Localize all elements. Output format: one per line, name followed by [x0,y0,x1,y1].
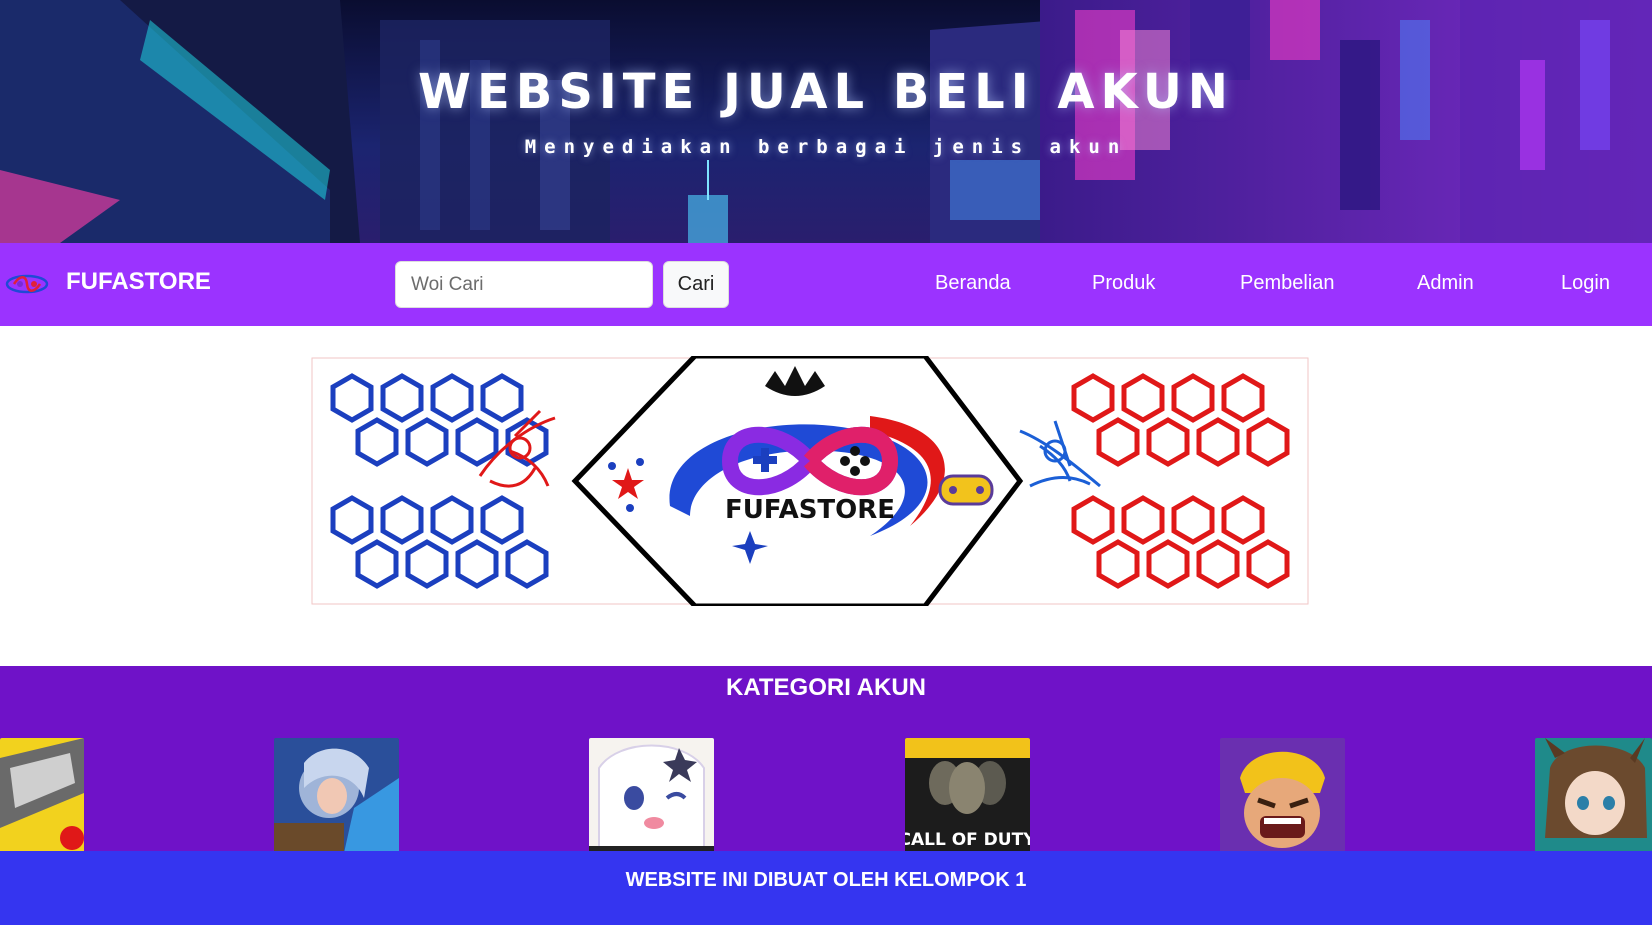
call-of-duty-logo-text: CALL OF DUTY [905,830,1030,850]
hero-banner: WEBSITE JUAL BELI AKUN Menyediakan berba… [0,0,1652,243]
mobile-legends-icon [274,738,399,853]
arknights-icon [1535,738,1652,853]
brand-name[interactable]: FUFASTORE [66,268,211,296]
free-fire-icon [0,738,84,853]
genshin-impact-icon [589,738,714,853]
navbar [0,243,1652,326]
footer-text: WEBSITE INI DIBUAT OLEH KELOMPOK 1 [625,869,1027,891]
brand-logo-icon[interactable] [4,272,50,296]
search-button[interactable]: Cari [663,261,729,308]
fufastore-banner-image: FUFASTORE [311,356,1309,606]
city-background-image [0,0,1652,243]
nav-link-login[interactable]: Login [1561,272,1610,295]
category-card-call-of-duty[interactable]: CALL OF DUTY [905,738,1030,853]
category-card-clash-of-clans[interactable] [1220,738,1345,853]
nav-link-pembelian[interactable]: Pembelian [1240,272,1335,295]
hero-subtitle: Menyediakan berbagai jenis akun [524,136,1128,158]
page: WEBSITE JUAL BELI AKUN Menyediakan berba… [0,0,1652,930]
nav-link-beranda[interactable]: Beranda [935,272,1011,295]
category-card-arknights[interactable] [1535,738,1652,853]
page-bottom-edge [0,925,1652,930]
nav-link-produk[interactable]: Produk [1092,272,1155,295]
nav-link-admin[interactable]: Admin [1417,272,1474,295]
clash-of-clans-icon [1220,738,1345,853]
category-card-genshin-impact[interactable] [589,738,714,853]
search-input[interactable] [395,261,653,308]
category-card-free-fire[interactable] [0,738,84,853]
category-card-mobile-legends[interactable] [274,738,399,853]
call-of-duty-icon: CALL OF DUTY [905,738,1030,853]
banner-logo-text: FUFASTORE [725,495,895,525]
hero-title: WEBSITE JUAL BELI AKUN [418,64,1234,120]
category-title: KATEGORI AKUN [726,674,926,701]
